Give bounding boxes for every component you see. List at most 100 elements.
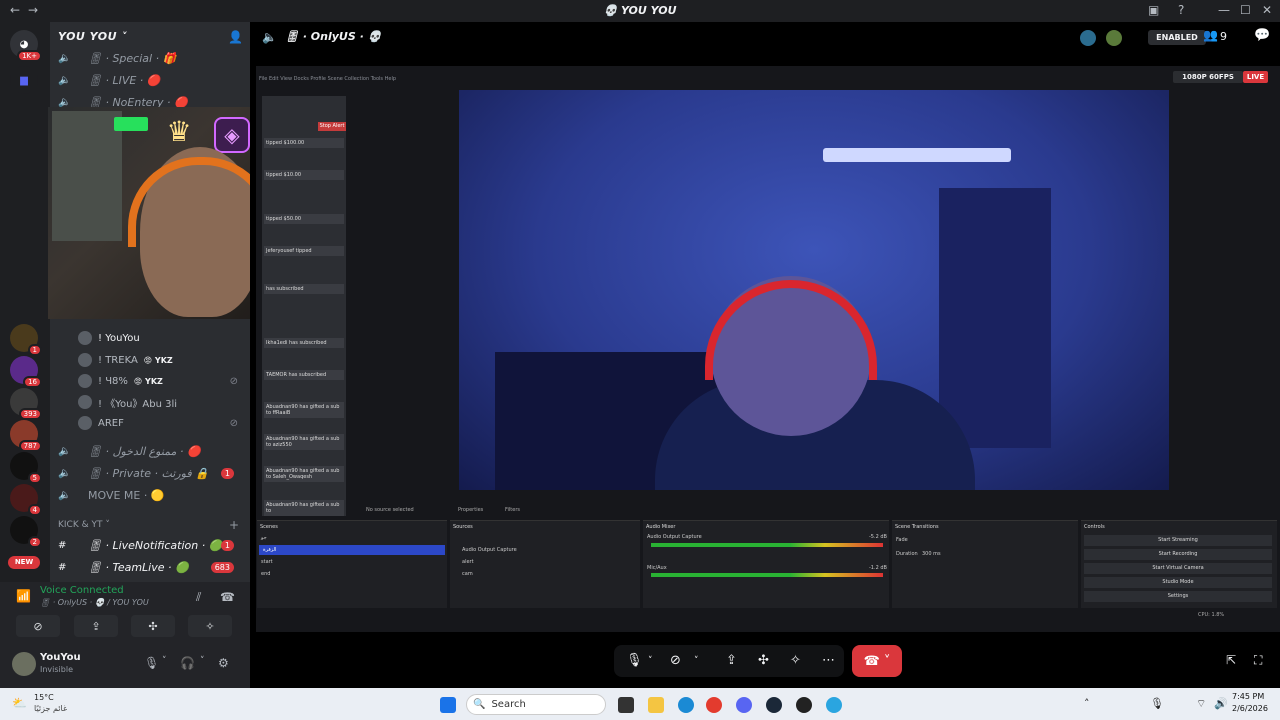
obs-preview bbox=[459, 90, 1169, 490]
new-badge[interactable]: NEW bbox=[8, 556, 40, 569]
voice-user[interactable]: ! TREKA 😡 YKZ bbox=[78, 350, 248, 370]
filters-tab[interactable]: Filters bbox=[505, 507, 520, 513]
steam-icon[interactable] bbox=[766, 697, 782, 713]
members-icon[interactable]: 👥 bbox=[1203, 28, 1218, 42]
start-recording-button[interactable]: Start Recording bbox=[1084, 549, 1272, 560]
more-icon[interactable]: ⋯ bbox=[822, 653, 835, 668]
avatar[interactable] bbox=[12, 652, 36, 676]
text-channel-livenotification[interactable]: # 🎚 · LiveNotification · 🟢 1 bbox=[58, 535, 242, 555]
weather-icon[interactable]: ⛅ bbox=[12, 696, 27, 710]
voice-channel-label[interactable]: 🎚 · OnlyUS · 💀 / YOU YOU bbox=[40, 598, 149, 607]
volume-icon[interactable]: 🔊 bbox=[1214, 697, 1228, 710]
activities-icon[interactable]: ✣ bbox=[758, 653, 769, 668]
activity-icon[interactable] bbox=[1080, 30, 1096, 46]
voice-channel-move-me[interactable]: 🔈 MOVE ME · 🟡 bbox=[58, 485, 242, 505]
folder-icon[interactable]: ▆ bbox=[10, 66, 38, 94]
maximize-icon[interactable]: ☐ bbox=[1240, 3, 1251, 17]
screen-share-icon[interactable]: ⇪ bbox=[726, 653, 737, 668]
server-icon-4[interactable]: 787 bbox=[10, 420, 42, 452]
voice-channel-private[interactable]: 🔈 🎚 · Private · فورتث 🔒 1 bbox=[58, 463, 242, 483]
scene-item[interactable]: جو bbox=[261, 535, 267, 541]
chevron-down-icon[interactable]: ˅ bbox=[162, 656, 167, 666]
app-icon[interactable] bbox=[826, 697, 842, 713]
voice-channel-special[interactable]: 🔈 🎚 · Special · 🎁 bbox=[58, 48, 242, 68]
mixer-db: -5.2 dB bbox=[869, 534, 887, 540]
obs-icon[interactable] bbox=[796, 697, 812, 713]
scene-item-selected[interactable]: الزقرة bbox=[259, 545, 445, 555]
source-item[interactable]: Audio Output Capture bbox=[462, 547, 517, 553]
start-streaming-button[interactable]: Start Streaming bbox=[1084, 535, 1272, 546]
popout-icon[interactable]: ⇱ bbox=[1226, 653, 1236, 667]
inbox-icon[interactable]: ▣ bbox=[1148, 3, 1159, 17]
add-friend-icon[interactable]: 👤 bbox=[228, 30, 243, 44]
duration-input[interactable]: 300 ms bbox=[922, 551, 941, 557]
disconnect-button[interactable]: ☎ ˅ bbox=[852, 645, 902, 677]
transition-select[interactable]: Fade bbox=[896, 537, 908, 543]
close-icon[interactable]: ✕ bbox=[1262, 3, 1272, 17]
chevron-up-icon[interactable]: ˄ bbox=[1084, 697, 1090, 710]
clock-date[interactable]: 2/6/2026 bbox=[1232, 704, 1268, 713]
stop-alert-button[interactable]: Stop Alert bbox=[318, 122, 346, 131]
chevron-down-icon[interactable]: ˅ bbox=[200, 656, 205, 666]
server-icon-7[interactable]: 2 bbox=[10, 516, 42, 548]
properties-tab[interactable]: Properties bbox=[458, 507, 483, 513]
wifi-icon[interactable]: ⌔ bbox=[1196, 697, 1206, 711]
microphone-icon[interactable]: 🎙 bbox=[1150, 697, 1164, 710]
server-icon-6[interactable]: 4 bbox=[10, 484, 42, 516]
help-icon[interactable]: ? bbox=[1178, 3, 1184, 17]
soundboard-button[interactable]: ✧ bbox=[188, 615, 232, 637]
channel-label: 🎚 · Special · 🎁 bbox=[88, 51, 177, 65]
server-name[interactable]: YOU YOU ˅ bbox=[58, 30, 127, 43]
headphones-icon[interactable]: 🎧 bbox=[180, 656, 195, 670]
enabled-badge[interactable]: ENABLED bbox=[1148, 30, 1206, 45]
server-icon-3[interactable]: 393 bbox=[10, 388, 42, 420]
camera-off-icon[interactable]: ⊘ bbox=[670, 653, 681, 668]
voice-channel-live[interactable]: 🔈 🎚 · LIVE · 🔴 bbox=[58, 70, 242, 90]
discord-icon[interactable] bbox=[736, 697, 752, 713]
minimize-icon[interactable]: — bbox=[1218, 3, 1230, 17]
task-view-icon[interactable] bbox=[618, 697, 634, 713]
server-icon-5[interactable]: 5 bbox=[10, 452, 42, 484]
camera-off-button[interactable]: ⊘ bbox=[16, 615, 60, 637]
scene-item[interactable]: end bbox=[261, 571, 270, 577]
studio-mode-button[interactable]: Studio Mode bbox=[1084, 577, 1272, 588]
windows-start-icon[interactable] bbox=[440, 697, 456, 713]
soundboard-icon[interactable]: ✧ bbox=[790, 653, 801, 668]
chat-icon[interactable]: 💬 bbox=[1254, 28, 1270, 43]
voice-user[interactable]: ! Ч8% 😡 YKZ ⊘ bbox=[78, 371, 248, 391]
disconnect-icon[interactable]: ☎ bbox=[220, 590, 235, 604]
server-icon-1[interactable]: 1 bbox=[10, 324, 42, 356]
settings-gear-icon[interactable]: ⚙ bbox=[218, 656, 229, 670]
server-icon-2[interactable]: 16 bbox=[10, 356, 42, 388]
source-item[interactable]: alert bbox=[462, 559, 474, 565]
voice-user[interactable]: ! 《You》Abu 3li bbox=[78, 392, 248, 412]
category-kick-yt[interactable]: KICK & YT ˅ bbox=[58, 520, 110, 530]
noise-suppression-icon[interactable]: ⫽ bbox=[196, 590, 201, 605]
direct-messages-button[interactable]: ◕ 1K+ bbox=[10, 30, 42, 62]
chrome-icon[interactable] bbox=[706, 697, 722, 713]
signal-icon[interactable]: 📶 bbox=[16, 589, 31, 603]
edge-icon[interactable] bbox=[678, 697, 694, 713]
clock-time[interactable]: 7:45 PM bbox=[1232, 692, 1264, 701]
fullscreen-icon[interactable]: ⛶ bbox=[1254, 653, 1262, 668]
voice-user[interactable]: ! YouYou bbox=[78, 328, 248, 348]
search-box[interactable]: 🔍 Search bbox=[466, 694, 606, 715]
chevron-down-icon[interactable]: ˅ bbox=[648, 656, 653, 666]
voice-user[interactable]: AREF ⊘ bbox=[78, 413, 248, 433]
microphone-icon[interactable]: 🎙 bbox=[626, 653, 643, 668]
activities-button[interactable]: ✣ bbox=[131, 615, 175, 637]
text-channel-teamlive[interactable]: # 🎚 · TeamLive · 🟢 683 bbox=[58, 557, 242, 577]
start-virtual-camera-button[interactable]: Start Virtual Camera bbox=[1084, 563, 1272, 574]
scene-item[interactable]: start bbox=[261, 559, 273, 565]
activity-icon[interactable] bbox=[1106, 30, 1122, 46]
file-explorer-icon[interactable] bbox=[648, 697, 664, 713]
obs-menu: File Edit View Docks Profile Scene Colle… bbox=[259, 76, 397, 82]
screen-share-button[interactable]: ⇪ bbox=[74, 615, 118, 637]
microphone-icon[interactable]: 🎙 bbox=[144, 656, 159, 670]
source-item[interactable]: cam bbox=[462, 571, 473, 577]
chevron-down-icon[interactable]: ˅ bbox=[694, 656, 699, 666]
voice-channel-no-entry[interactable]: 🔈 🎚 · ممنوع الدخول · 🔴 bbox=[58, 441, 242, 461]
settings-button[interactable]: Settings bbox=[1084, 591, 1272, 602]
weather-temp[interactable]: 15°C bbox=[34, 693, 54, 702]
create-channel-icon[interactable]: + bbox=[229, 518, 239, 532]
